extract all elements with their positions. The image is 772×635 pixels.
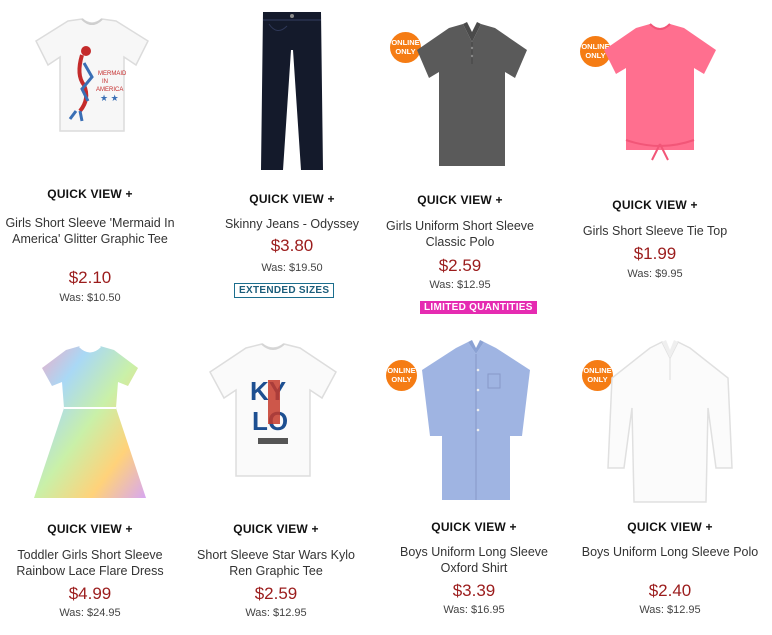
product-name[interactable]: Toddler Girls Short Sleeve Rainbow Lace … xyxy=(0,547,180,579)
product-name[interactable]: Skinny Jeans - Odyssey xyxy=(202,216,382,232)
product-image-oxford-shirt[interactable] xyxy=(416,340,536,505)
svg-text:★ ★: ★ ★ xyxy=(100,93,119,103)
product-price: $2.40 xyxy=(648,581,692,600)
mermaid-text-2: IN xyxy=(102,79,108,85)
quick-view-button[interactable]: QUICK VIEW + xyxy=(565,198,745,212)
product-price: $2.59 xyxy=(438,256,482,275)
extended-sizes-badge: EXTENDED SIZES xyxy=(234,283,335,298)
quick-view-button[interactable]: QUICK VIEW + xyxy=(580,520,760,534)
online-badge-line-2: ONLY xyxy=(395,46,416,56)
product-was-price: Was: $9.95 xyxy=(627,268,683,280)
product-price: $4.99 xyxy=(68,584,112,603)
product-price: $1.99 xyxy=(633,244,677,263)
quick-view-button[interactable]: QUICK VIEW + xyxy=(202,192,382,206)
product-was-price: Was: $24.95 xyxy=(59,607,121,619)
product-price: $2.10 xyxy=(68,268,112,287)
product-was-price: Was: $12.95 xyxy=(429,279,491,291)
product-name[interactable]: Girls Uniform Short Sleeve Classic Polo xyxy=(370,218,550,250)
product-image-white-polo[interactable] xyxy=(600,338,740,508)
product-image-mermaid-tee[interactable]: MERMAID IN AMERICA ★ ★ xyxy=(30,15,155,135)
online-badge-line-2: ONLY xyxy=(391,374,412,384)
quick-view-button[interactable]: QUICK VIEW + xyxy=(384,520,564,534)
quick-view-button[interactable]: QUICK VIEW + xyxy=(186,522,366,536)
online-only-badge: ONLINE ONLY xyxy=(386,360,417,391)
product-price: $2.59 xyxy=(254,584,298,603)
product-was-price: Was: $12.95 xyxy=(639,604,701,616)
product-price: $3.39 xyxy=(452,581,496,600)
product-image-pink-tie-top[interactable] xyxy=(600,22,720,162)
mermaid-text-1: MERMAID xyxy=(98,71,127,77)
product-was-price: Was: $16.95 xyxy=(443,604,505,616)
product-was-price: Was: $10.50 xyxy=(59,292,121,304)
product-name[interactable]: Boys Uniform Long Sleeve Oxford Shirt xyxy=(384,544,564,576)
product-image-kylo-ren-tee[interactable]: KY LO xyxy=(206,342,341,482)
quick-view-button[interactable]: QUICK VIEW + xyxy=(0,187,180,201)
product-name[interactable]: Girls Short Sleeve Tie Top xyxy=(565,223,745,239)
product-image-gray-polo[interactable] xyxy=(415,20,530,170)
limited-quantities-badge: LIMITED QUANTITIES xyxy=(420,301,537,314)
product-name[interactable]: Boys Uniform Long Sleeve Polo xyxy=(580,544,760,560)
product-was-price: Was: $19.50 xyxy=(261,262,323,274)
product-name[interactable]: Girls Short Sleeve 'Mermaid In America' … xyxy=(0,215,180,247)
quick-view-button[interactable]: QUICK VIEW + xyxy=(370,193,550,207)
product-was-price: Was: $12.95 xyxy=(245,607,307,619)
product-image-rainbow-dress[interactable] xyxy=(28,342,153,507)
quick-view-button[interactable]: QUICK VIEW + xyxy=(0,522,180,536)
product-price: $3.80 xyxy=(270,236,314,255)
product-image-skinny-jeans[interactable] xyxy=(257,10,327,175)
product-name[interactable]: Short Sleeve Star Wars Kylo Ren Graphic … xyxy=(186,547,366,579)
